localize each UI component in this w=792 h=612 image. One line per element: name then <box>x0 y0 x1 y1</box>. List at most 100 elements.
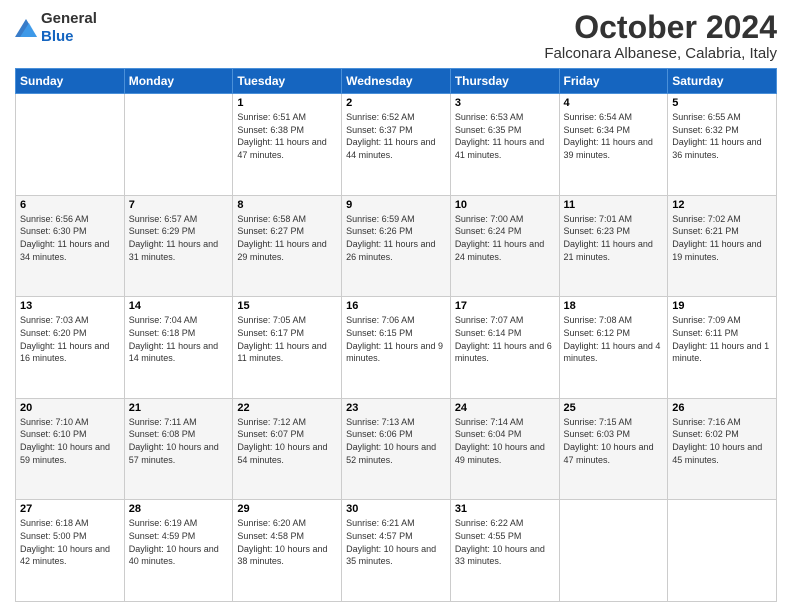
day-info: Sunrise: 6:53 AM Sunset: 6:35 PM Dayligh… <box>455 111 555 161</box>
day-number: 18 <box>564 300 664 312</box>
day-info: Sunrise: 6:19 AM Sunset: 4:59 PM Dayligh… <box>129 517 229 567</box>
week-row-4: 20 Sunrise: 7:10 AM Sunset: 6:10 PM Dayli… <box>16 398 777 500</box>
day-cell: 5 Sunrise: 6:55 AM Sunset: 6:32 PM Daylig… <box>668 94 777 196</box>
day-cell: 21Sunrise: 7:11 AM Sunset: 6:08 PM Dayli… <box>124 398 233 500</box>
day-info: Sunrise: 7:09 AM Sunset: 6:11 PM Dayligh… <box>672 314 772 364</box>
day-number: 4 <box>564 97 664 109</box>
day-cell: 4 Sunrise: 6:54 AM Sunset: 6:34 PM Daylig… <box>559 94 668 196</box>
week-row-2: 6 Sunrise: 6:56 AM Sunset: 6:30 PM Daylig… <box>16 195 777 297</box>
day-info: Sunrise: 7:02 AM Sunset: 6:21 PM Dayligh… <box>672 213 772 263</box>
day-header-thursday: Thursday <box>450 69 559 94</box>
day-cell: 6 Sunrise: 6:56 AM Sunset: 6:30 PM Daylig… <box>16 195 125 297</box>
day-info: Sunrise: 6:20 AM Sunset: 4:58 PM Dayligh… <box>237 517 337 567</box>
day-info: Sunrise: 7:08 AM Sunset: 6:12 PM Dayligh… <box>564 314 664 364</box>
day-info: Sunrise: 6:58 AM Sunset: 6:27 PM Dayligh… <box>237 213 337 263</box>
day-number: 29 <box>237 503 337 515</box>
day-number: 8 <box>237 199 337 211</box>
day-info: Sunrise: 7:07 AM Sunset: 6:14 PM Dayligh… <box>455 314 555 364</box>
day-cell: 17 Sunrise: 7:07 AM Sunset: 6:14 PM Dayli… <box>450 297 559 399</box>
day-cell: 24 Sunrise: 7:14 AM Sunset: 6:04 PM Dayli… <box>450 398 559 500</box>
day-number: 13 <box>20 300 120 312</box>
day-info: Sunrise: 6:55 AM Sunset: 6:32 PM Dayligh… <box>672 111 772 161</box>
day-number: 22 <box>237 402 337 414</box>
day-number: 28 <box>129 503 229 515</box>
day-cell: 15Sunrise: 7:05 AM Sunset: 6:17 PM Dayli… <box>233 297 342 399</box>
header: General Blue October 2024 Falconara Alba… <box>15 10 777 62</box>
day-info: Sunrise: 6:51 AM Sunset: 6:38 PM Dayligh… <box>237 111 337 161</box>
day-cell: 1 Sunrise: 6:51 AM Sunset: 6:38 PM Daylig… <box>233 94 342 196</box>
day-number: 30 <box>346 503 446 515</box>
day-number: 19 <box>672 300 772 312</box>
day-header-wednesday: Wednesday <box>342 69 451 94</box>
day-number: 10 <box>455 199 555 211</box>
day-cell: 2Sunrise: 6:52 AM Sunset: 6:37 PM Daylig… <box>342 94 451 196</box>
day-number: 3 <box>455 97 555 109</box>
day-cell: 20 Sunrise: 7:10 AM Sunset: 6:10 PM Dayli… <box>16 398 125 500</box>
day-info: Sunrise: 6:52 AM Sunset: 6:37 PM Dayligh… <box>346 111 446 161</box>
day-number: 27 <box>20 503 120 515</box>
day-cell <box>16 94 125 196</box>
day-number: 5 <box>672 97 772 109</box>
day-cell: 26 Sunrise: 7:16 AM Sunset: 6:02 PM Dayli… <box>668 398 777 500</box>
day-header-tuesday: Tuesday <box>233 69 342 94</box>
day-cell: 18 Sunrise: 7:08 AM Sunset: 6:12 PM Dayli… <box>559 297 668 399</box>
day-cell: 25Sunrise: 7:15 AM Sunset: 6:03 PM Dayli… <box>559 398 668 500</box>
day-number: 12 <box>672 199 772 211</box>
day-info: Sunrise: 7:10 AM Sunset: 6:10 PM Dayligh… <box>20 416 120 466</box>
day-cell: 12 Sunrise: 7:02 AM Sunset: 6:21 PM Dayli… <box>668 195 777 297</box>
day-header-sunday: Sunday <box>16 69 125 94</box>
day-info: Sunrise: 7:01 AM Sunset: 6:23 PM Dayligh… <box>564 213 664 263</box>
day-number: 14 <box>129 300 229 312</box>
day-number: 26 <box>672 402 772 414</box>
day-cell: 23Sunrise: 7:13 AM Sunset: 6:06 PM Dayli… <box>342 398 451 500</box>
day-number: 20 <box>20 402 120 414</box>
day-number: 24 <box>455 402 555 414</box>
logo-icon <box>15 19 37 37</box>
day-info: Sunrise: 6:56 AM Sunset: 6:30 PM Dayligh… <box>20 213 120 263</box>
week-row-5: 27 Sunrise: 6:18 AM Sunset: 5:00 PM Dayli… <box>16 500 777 602</box>
day-info: Sunrise: 6:59 AM Sunset: 6:26 PM Dayligh… <box>346 213 446 263</box>
week-row-1: 1 Sunrise: 6:51 AM Sunset: 6:38 PM Daylig… <box>16 94 777 196</box>
day-cell: 3 Sunrise: 6:53 AM Sunset: 6:35 PM Daylig… <box>450 94 559 196</box>
day-number: 11 <box>564 199 664 211</box>
day-cell: 30 Sunrise: 6:21 AM Sunset: 4:57 PM Dayli… <box>342 500 451 602</box>
day-info: Sunrise: 7:03 AM Sunset: 6:20 PM Dayligh… <box>20 314 120 364</box>
day-cell: 31Sunrise: 6:22 AM Sunset: 4:55 PM Dayli… <box>450 500 559 602</box>
day-cell: 19 Sunrise: 7:09 AM Sunset: 6:11 PM Dayli… <box>668 297 777 399</box>
logo-blue: Blue <box>41 28 74 45</box>
day-number: 17 <box>455 300 555 312</box>
day-number: 31 <box>455 503 555 515</box>
day-info: Sunrise: 7:11 AM Sunset: 6:08 PM Dayligh… <box>129 416 229 466</box>
day-number: 9 <box>346 199 446 211</box>
day-cell: 11 Sunrise: 7:01 AM Sunset: 6:23 PM Dayli… <box>559 195 668 297</box>
day-info: Sunrise: 7:14 AM Sunset: 6:04 PM Dayligh… <box>455 416 555 466</box>
day-cell: 9 Sunrise: 6:59 AM Sunset: 6:26 PM Daylig… <box>342 195 451 297</box>
header-row: SundayMondayTuesdayWednesdayThursdayFrid… <box>16 69 777 94</box>
main-title: October 2024 <box>544 10 777 45</box>
day-number: 16 <box>346 300 446 312</box>
day-info: Sunrise: 7:16 AM Sunset: 6:02 PM Dayligh… <box>672 416 772 466</box>
day-cell: 13 Sunrise: 7:03 AM Sunset: 6:20 PM Dayli… <box>16 297 125 399</box>
day-cell: 27 Sunrise: 6:18 AM Sunset: 5:00 PM Dayli… <box>16 500 125 602</box>
day-cell <box>124 94 233 196</box>
day-cell <box>668 500 777 602</box>
day-cell <box>559 500 668 602</box>
day-header-friday: Friday <box>559 69 668 94</box>
day-info: Sunrise: 6:21 AM Sunset: 4:57 PM Dayligh… <box>346 517 446 567</box>
day-number: 23 <box>346 402 446 414</box>
day-info: Sunrise: 7:04 AM Sunset: 6:18 PM Dayligh… <box>129 314 229 364</box>
day-info: Sunrise: 7:00 AM Sunset: 6:24 PM Dayligh… <box>455 213 555 263</box>
day-info: Sunrise: 6:18 AM Sunset: 5:00 PM Dayligh… <box>20 517 120 567</box>
day-info: Sunrise: 7:12 AM Sunset: 6:07 PM Dayligh… <box>237 416 337 466</box>
day-cell: 22 Sunrise: 7:12 AM Sunset: 6:07 PM Dayli… <box>233 398 342 500</box>
day-header-monday: Monday <box>124 69 233 94</box>
day-info: Sunrise: 7:06 AM Sunset: 6:15 PM Dayligh… <box>346 314 446 364</box>
day-number: 1 <box>237 97 337 109</box>
day-info: Sunrise: 6:54 AM Sunset: 6:34 PM Dayligh… <box>564 111 664 161</box>
day-number: 25 <box>564 402 664 414</box>
logo-general: General <box>41 10 97 27</box>
day-cell: 16 Sunrise: 7:06 AM Sunset: 6:15 PM Dayli… <box>342 297 451 399</box>
day-cell: 14 Sunrise: 7:04 AM Sunset: 6:18 PM Dayli… <box>124 297 233 399</box>
day-cell: 7Sunrise: 6:57 AM Sunset: 6:29 PM Daylig… <box>124 195 233 297</box>
day-number: 6 <box>20 199 120 211</box>
